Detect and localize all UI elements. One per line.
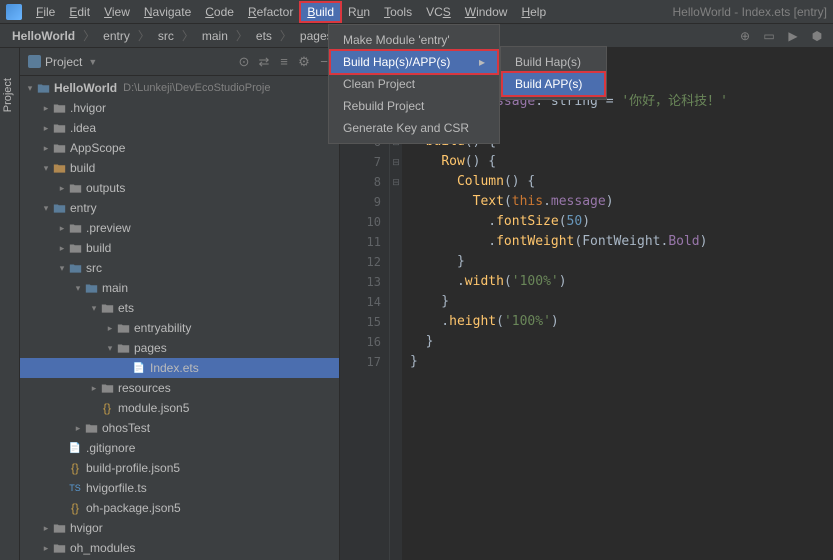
titlebar: FileEditViewNavigateCodeRefactorBuildRun… [0,0,833,24]
panel-title[interactable]: Project ▼ [28,55,97,69]
menu-run[interactable]: Run [342,3,376,21]
menu-window[interactable]: Window [459,3,514,21]
tree-row[interactable]: ▾ets [20,298,339,318]
code-line[interactable]: } [410,332,833,352]
code-line[interactable]: .fontSize(50) [410,212,833,232]
menu-refactor[interactable]: Refactor [242,3,299,21]
tree-row[interactable]: 📄.gitignore [20,438,339,458]
tree-row[interactable]: ▸hvigor [20,518,339,538]
tree-row[interactable]: ▸ohosTest [20,418,339,438]
menu-code[interactable]: Code [199,3,240,21]
menu-tools[interactable]: Tools [378,3,418,21]
menu-vcs[interactable]: VCS [420,3,457,21]
tree-row[interactable]: ▸.preview [20,218,339,238]
run-icon[interactable]: ▶ [785,28,801,44]
breadcrumb-separator-icon: 〉 [280,27,292,44]
breadcrumb-item[interactable]: entry [99,27,134,45]
target-tool-icon[interactable]: ⊙ [237,55,251,69]
project-tree[interactable]: ▾HelloWorldD:\Lunkeji\DevEcoStudioProje▸… [20,76,339,560]
tree-row[interactable]: ▸.hvigor [20,98,339,118]
tree-row[interactable]: ▸oh_modules [20,538,339,558]
code-line[interactable]: Text(this.message) [410,192,833,212]
tree-row[interactable]: {}module.json5 [20,398,339,418]
tree-row[interactable]: ▸entryability [20,318,339,338]
tree-row[interactable]: ▾main [20,278,339,298]
menu-item[interactable]: Clean Project [329,73,499,95]
panel-header: Project ▼ ⊙ ⇄ ≡ ⚙ − [20,48,339,76]
tree-row[interactable]: 📄Index.ets [20,358,339,378]
add-icon[interactable]: ▭ [761,28,777,44]
breadcrumb-toolbar: ⊕ ▭ ▶ ⬢ [737,28,825,44]
breadcrumb-item[interactable]: src [154,27,178,45]
tree-row[interactable]: {}oh-package.json5 [20,498,339,518]
dropdown-icon: ▼ [88,57,97,67]
breadcrumb-separator-icon: 〉 [83,27,95,44]
code-line[interactable]: } [410,352,833,372]
code-line[interactable]: } [410,252,833,272]
project-panel: Project ▼ ⊙ ⇄ ≡ ⚙ − ▾HelloWorldD:\Lunkej… [20,48,340,560]
code-line[interactable]: Column() { [410,172,833,192]
settings-tool-icon[interactable]: ⚙ [297,55,311,69]
panel-title-text: Project [45,55,82,69]
debug-icon[interactable]: ⬢ [809,28,825,44]
tree-root[interactable]: ▾HelloWorldD:\Lunkeji\DevEcoStudioProje [20,78,339,98]
menu-item[interactable]: Make Module 'entry' [329,29,499,51]
breadcrumb-item[interactable]: ets [252,27,276,45]
tree-row[interactable]: {}build-profile.json5 [20,458,339,478]
breadcrumb-item[interactable]: main [198,27,232,45]
tree-row[interactable]: ▾build [20,158,339,178]
breadcrumb-separator-icon: 〉 [236,27,248,44]
tree-row[interactable]: ▸.idea [20,118,339,138]
tree-row[interactable]: TShvigorfile.ts [20,478,339,498]
tree-row[interactable]: ▸AppScope [20,138,339,158]
window-title: HelloWorld - Index.ets [entry] [672,5,827,19]
app-logo-icon [6,4,22,20]
expand-tool-icon[interactable]: ⇄ [257,55,271,69]
tree-row[interactable]: ▾entry [20,198,339,218]
breadcrumb-separator-icon: 〉 [182,27,194,44]
rail-label-project[interactable]: Project [2,78,14,112]
menu-item[interactable]: Rebuild Project [329,95,499,117]
menu-edit[interactable]: Edit [63,3,96,21]
target-icon[interactable]: ⊕ [737,28,753,44]
sidebar-rail[interactable]: Project [0,48,20,560]
breadcrumb-item[interactable]: HelloWorld [8,27,79,45]
tree-row[interactable]: ▸resources [20,378,339,398]
project-icon [28,55,41,68]
code-line[interactable]: } [410,292,833,312]
breadcrumb-separator-icon: 〉 [138,27,150,44]
tree-row[interactable]: ▾pages [20,338,339,358]
build-hap-app-submenu: Build Hap(s)Build APP(s) [500,46,607,100]
menu-item[interactable]: Build Hap(s)/APP(s)▸ [329,49,499,75]
tree-row[interactable]: ▸outputs [20,178,339,198]
menu-help[interactable]: Help [515,3,552,21]
menu-file[interactable]: File [30,3,61,21]
build-menu-dropdown: Make Module 'entry'Build Hap(s)/APP(s)▸C… [328,24,500,144]
tree-row[interactable]: ▾src [20,258,339,278]
menu-navigate[interactable]: Navigate [138,3,197,21]
code-line[interactable]: .width('100%') [410,272,833,292]
menu-item[interactable]: Generate Key and CSR [329,117,499,139]
code-line[interactable]: .height('100%') [410,312,833,332]
menu-build[interactable]: Build [299,1,342,23]
collapse-tool-icon[interactable]: ≡ [277,55,291,69]
code-line[interactable]: .fontWeight(FontWeight.Bold) [410,232,833,252]
submenu-item[interactable]: Build APP(s) [501,71,606,97]
menu-view[interactable]: View [98,3,136,21]
code-line[interactable]: Row() { [410,152,833,172]
tree-row[interactable]: ▸build [20,238,339,258]
menubar: FileEditViewNavigateCodeRefactorBuildRun… [30,3,552,21]
submenu-item[interactable]: Build Hap(s) [501,51,606,73]
